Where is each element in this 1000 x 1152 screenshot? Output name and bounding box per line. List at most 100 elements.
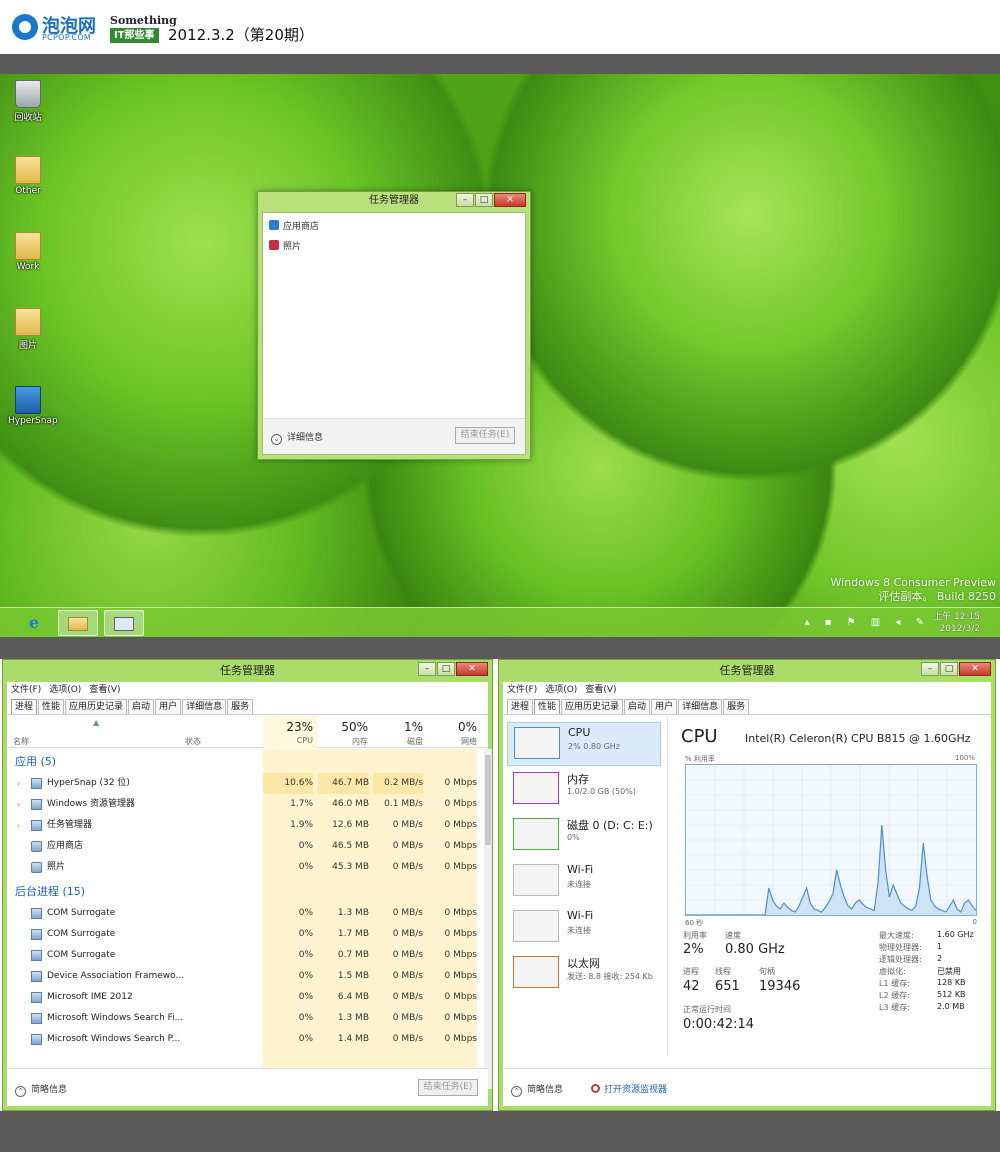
cpu-cell: 0%: [298, 841, 313, 851]
tab-app-history[interactable]: 应用历史记录: [65, 699, 128, 714]
pcpop-logo-icon: [12, 14, 38, 40]
sort-arrow-icon: ▲: [93, 718, 100, 727]
resource-title: CPU: [568, 726, 591, 739]
col-disk[interactable]: 1% 磁盘: [373, 716, 427, 748]
fewer-details-toggle[interactable]: ⌃ 简略信息: [511, 1082, 563, 1097]
menu-file[interactable]: 文件(F): [507, 685, 537, 695]
cpu-cell: 0%: [298, 1034, 313, 1044]
scrollbar-thumb[interactable]: [485, 755, 491, 845]
spec-label: L2 缓存:: [879, 991, 910, 1000]
recycle-bin-icon: [15, 80, 41, 108]
resource-item[interactable]: Wi-Fi 未连接: [507, 906, 661, 950]
network-cell: 0 Mbps: [444, 862, 477, 872]
task-manager-icon: [114, 617, 134, 631]
tab-app-history[interactable]: 应用历史记录: [561, 699, 624, 714]
list-item-photos[interactable]: 照片: [269, 239, 301, 252]
desktop-icon-other[interactable]: Other: [8, 156, 48, 196]
table-row[interactable]: 照片 0% 45.3 MB 0 MB/s 0 Mbps: [7, 857, 481, 878]
col-name[interactable]: 名称: [13, 736, 29, 747]
minimize-button[interactable]: –: [456, 193, 474, 207]
table-row[interactable]: Microsoft Windows Search P... 0% 1.4 MB 0 M…: [7, 1029, 481, 1050]
system-tray[interactable]: ▴ ▪ ⚑ ▥ ◂ ✎: [804, 617, 930, 628]
tab-processes[interactable]: 进程: [507, 699, 534, 714]
vertical-scrollbar[interactable]: [484, 749, 492, 1089]
tab-users[interactable]: 用户: [155, 699, 182, 714]
spec-label: L1 缓存:: [879, 979, 910, 988]
desktop-icon-work[interactable]: Work: [8, 232, 48, 272]
process-name: 任务管理器: [47, 820, 93, 830]
resource-item[interactable]: 内存 1.0/2.0 GB (50%): [507, 768, 661, 812]
end-task-button[interactable]: 结束任务(E): [418, 1079, 478, 1096]
minimize-button[interactable]: –: [921, 662, 939, 676]
maximize-button[interactable]: □: [437, 662, 455, 676]
disk-total: 1%: [403, 720, 423, 734]
taskbar-ie-button[interactable]: e: [14, 610, 54, 636]
process-count-value: 42: [683, 979, 700, 994]
menu-options[interactable]: 选项(O): [49, 685, 81, 695]
taskbar-explorer-button[interactable]: [58, 610, 98, 636]
end-task-button[interactable]: 结束任务(E): [455, 427, 515, 444]
taskbar: e ▴ ▪ ⚑ ▥ ◂ ✎ 上午 12:15 2012/3/2: [0, 607, 1000, 637]
menu-view[interactable]: 查看(V): [585, 685, 616, 695]
tab-performance[interactable]: 性能: [534, 699, 561, 714]
column-badge: IT那些事: [110, 28, 159, 43]
desktop-icon-recycle-bin[interactable]: 回收站: [8, 80, 48, 123]
desktop-icon-pictures[interactable]: 图片: [8, 308, 48, 351]
taskbar-clock[interactable]: 上午 12:15 2012/3/2: [933, 611, 980, 635]
tab-services[interactable]: 服务: [723, 699, 750, 714]
network-cell: 0 Mbps: [444, 820, 477, 830]
spec-label: 虚拟化:: [879, 967, 906, 976]
tab-details[interactable]: 详细信息: [182, 699, 227, 714]
expand-icon[interactable]: ›: [17, 773, 20, 794]
resource-item[interactable]: 磁盘 0 (D: C: E:) 0%: [507, 814, 661, 858]
list-item-store[interactable]: 应用商店: [269, 219, 319, 232]
network-cell: 0 Mbps: [444, 778, 477, 788]
expand-icon[interactable]: ›: [17, 815, 20, 836]
cpu-cell: 0%: [298, 950, 313, 960]
table-row[interactable]: 应用商店 0% 46.5 MB 0 MB/s 0 Mbps: [7, 836, 481, 857]
table-row[interactable]: COM Surrogate 0% 0.7 MB 0 MB/s 0 Mbps: [7, 945, 481, 966]
table-row[interactable]: Microsoft IME 2012 0% 6.4 MB 0 MB/s 0 Mbps: [7, 987, 481, 1008]
open-resource-monitor-link[interactable]: 打开资源监视器: [591, 1082, 667, 1095]
tab-details[interactable]: 详细信息: [678, 699, 723, 714]
tab-performance[interactable]: 性能: [38, 699, 65, 714]
tab-processes[interactable]: 进程: [11, 699, 38, 714]
tab-users[interactable]: 用户: [651, 699, 678, 714]
close-button[interactable]: ✕: [456, 662, 488, 676]
tab-startup[interactable]: 启动: [624, 699, 651, 714]
menu-view[interactable]: 查看(V): [89, 685, 120, 695]
table-row[interactable]: Device Association Framewo... 0% 1.5 MB 0 M…: [7, 966, 481, 987]
tab-startup[interactable]: 启动: [128, 699, 155, 714]
col-network[interactable]: 0% 网络: [427, 716, 481, 748]
expand-icon[interactable]: ›: [17, 794, 20, 815]
menu-options[interactable]: 选项(O): [545, 685, 577, 695]
table-row[interactable]: Microsoft Windows Search Fi... 0% 1.3 MB 0 …: [7, 1008, 481, 1029]
resource-item[interactable]: Wi-Fi 未连接: [507, 860, 661, 904]
fewer-details-toggle[interactable]: ⌃ 简略信息: [15, 1082, 67, 1097]
table-header: ▲ 名称 状态 23% CPU 50% 内存 1% 磁盘 0% 网络: [7, 716, 488, 748]
process-list: 应用 (5) › HyperSnap (32 位) 10.6% 46.7 MB 0.2 …: [7, 749, 481, 1089]
desktop-icon-hypersnap[interactable]: HyperSnap: [8, 386, 58, 426]
network-cell: 0 Mbps: [444, 841, 477, 851]
maximize-button[interactable]: □: [475, 193, 493, 207]
close-button[interactable]: ✕: [494, 193, 526, 207]
table-row[interactable]: › Windows 资源管理器 1.7% 46.0 MB 0.1 MB/s 0 Mbps: [7, 794, 481, 815]
table-row[interactable]: COM Surrogate 0% 1.7 MB 0 MB/s 0 Mbps: [7, 924, 481, 945]
resource-item[interactable]: 以太网 发送: 8.8 接收: 254 Kb: [507, 952, 661, 996]
minimize-button[interactable]: –: [418, 662, 436, 676]
table-row[interactable]: › 任务管理器 1.9% 12.6 MB 0 MB/s 0 Mbps: [7, 815, 481, 836]
more-details-toggle[interactable]: ⌄ 详细信息: [271, 430, 323, 445]
folder-icon: [15, 156, 41, 184]
maximize-button[interactable]: □: [940, 662, 958, 676]
col-memory[interactable]: 50% 内存: [318, 716, 372, 748]
taskbar-taskmgr-button[interactable]: [104, 610, 144, 636]
tab-services[interactable]: 服务: [227, 699, 254, 714]
close-button[interactable]: ✕: [959, 662, 991, 676]
col-status[interactable]: 状态: [185, 736, 201, 747]
spec-value: 2.0 MB: [937, 1002, 965, 1011]
table-row[interactable]: › HyperSnap (32 位) 10.6% 46.7 MB 0.2 MB/s 0 M…: [7, 773, 481, 794]
resource-item[interactable]: CPU 2% 0.80 GHz: [507, 722, 661, 766]
col-cpu[interactable]: 23% CPU: [263, 716, 317, 748]
menu-file[interactable]: 文件(F): [11, 685, 41, 695]
table-row[interactable]: COM Surrogate 0% 1.3 MB 0 MB/s 0 Mbps: [7, 903, 481, 924]
